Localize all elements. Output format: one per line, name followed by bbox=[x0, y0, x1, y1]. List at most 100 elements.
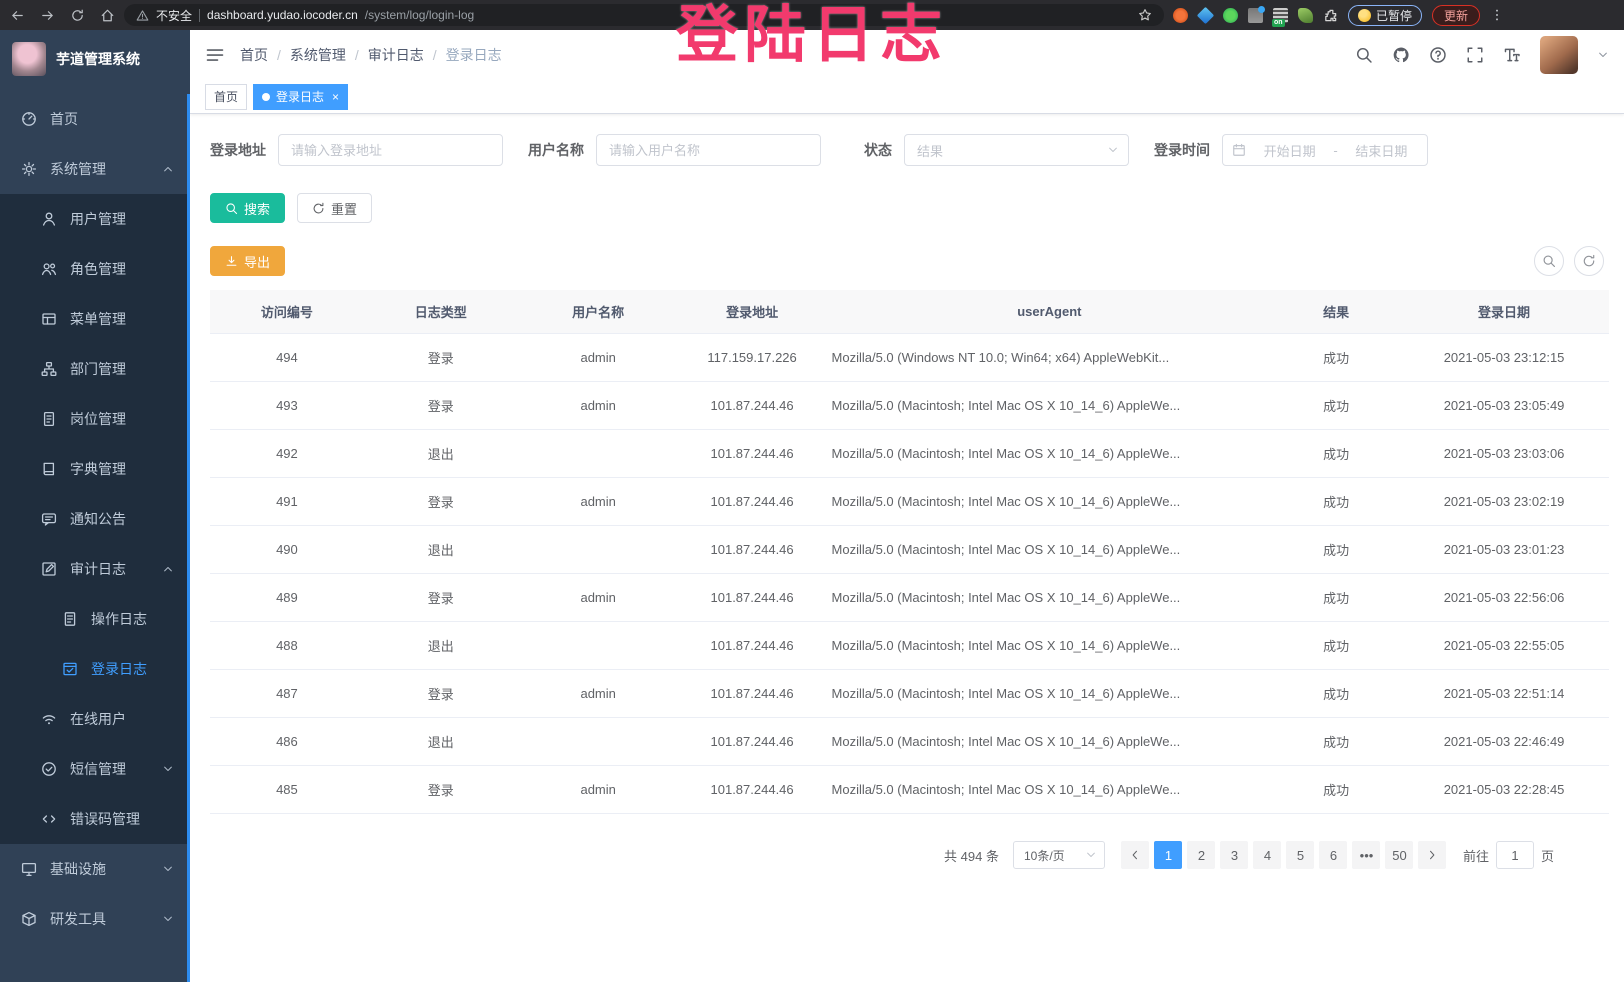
cell-time: 2021-05-03 22:56:06 bbox=[1399, 574, 1609, 622]
cell-type: 登录 bbox=[364, 670, 518, 718]
sidebar-item[interactable]: 系统管理 bbox=[0, 144, 190, 194]
paused-chip[interactable]: 已暂停 bbox=[1348, 5, 1422, 26]
extension-icon[interactable] bbox=[1197, 6, 1214, 23]
address-bar[interactable]: 不安全 dashboard.yudao.iocoder.cn/system/lo… bbox=[124, 4, 1164, 26]
column-header: userAgent bbox=[826, 290, 1274, 334]
extension-icon[interactable] bbox=[1248, 8, 1263, 23]
bookmark-star-icon[interactable] bbox=[1138, 8, 1152, 22]
avatar-caret-down-icon[interactable] bbox=[1597, 49, 1609, 61]
page-size-select[interactable]: 10条/页 bbox=[1013, 841, 1105, 869]
dashboard-icon bbox=[21, 111, 37, 127]
reset-button[interactable]: 重置 bbox=[297, 193, 372, 223]
chevron-up-icon bbox=[162, 563, 174, 575]
pagination-page[interactable]: 3 bbox=[1220, 841, 1248, 869]
docs-question-icon[interactable] bbox=[1429, 46, 1447, 64]
header-search-icon[interactable] bbox=[1355, 46, 1373, 64]
sidebar-item[interactable]: 操作日志 bbox=[0, 594, 190, 644]
font-size-icon[interactable] bbox=[1503, 46, 1521, 64]
browser-menu-icon[interactable] bbox=[1490, 8, 1504, 22]
not-secure-label: 不安全 bbox=[156, 7, 192, 24]
sidebar-item[interactable]: 角色管理 bbox=[0, 244, 190, 294]
page-suffix-label: 页 bbox=[1541, 846, 1554, 865]
sidebar-item[interactable]: 登录日志 bbox=[0, 644, 190, 694]
cell-id: 492 bbox=[210, 430, 364, 478]
sidebar-item[interactable]: 用户管理 bbox=[0, 194, 190, 244]
breadcrumb-item[interactable]: 首页 bbox=[240, 45, 268, 65]
browser-reload-icon[interactable] bbox=[70, 8, 85, 23]
login-time-range-picker[interactable]: 开始日期 - 结束日期 bbox=[1222, 134, 1428, 166]
sidebar-item[interactable]: 基础设施 bbox=[0, 844, 190, 894]
column-header: 访问编号 bbox=[210, 290, 364, 334]
sidebar-logo-row[interactable]: 芋道管理系统 bbox=[0, 30, 190, 88]
sidebar-item[interactable]: 研发工具 bbox=[0, 894, 190, 944]
tree-icon bbox=[41, 361, 57, 377]
table-row: 486退出101.87.244.46Mozilla/5.0 (Macintosh… bbox=[210, 718, 1609, 766]
cell-user_agent: Mozilla/5.0 (Macintosh; Intel Mac OS X 1… bbox=[826, 478, 1274, 526]
browser-back-icon[interactable] bbox=[10, 8, 25, 23]
sidebar-item-label: 系统管理 bbox=[50, 159, 106, 179]
pagination-next[interactable] bbox=[1418, 841, 1446, 869]
extension-icon[interactable] bbox=[1173, 8, 1188, 23]
sidebar-item[interactable]: 岗位管理 bbox=[0, 394, 190, 444]
breadcrumb-item[interactable]: 系统管理 bbox=[290, 45, 346, 65]
cell-username bbox=[518, 718, 679, 766]
pagination-page[interactable]: 50 bbox=[1385, 841, 1413, 869]
sidebar-item[interactable]: 短信管理 bbox=[0, 744, 190, 794]
log-table-body: 494登录admin117.159.17.226Mozilla/5.0 (Win… bbox=[210, 334, 1609, 814]
cell-username: admin bbox=[518, 334, 679, 382]
sidebar-item[interactable]: 首页 bbox=[0, 94, 190, 144]
status-select[interactable]: 结果 bbox=[904, 134, 1129, 166]
browser-update-button[interactable]: 更新 bbox=[1432, 5, 1480, 26]
cell-id: 487 bbox=[210, 670, 364, 718]
pagination-page[interactable]: 1 bbox=[1154, 841, 1182, 869]
main-content: 登录地址 用户名称 状态 结果 登录时间 开始日期 - 结束日期 bbox=[190, 114, 1624, 982]
hamburger-icon[interactable] bbox=[205, 45, 225, 65]
cell-type: 登录 bbox=[364, 574, 518, 622]
extension-icon[interactable] bbox=[1298, 8, 1313, 23]
user-avatar[interactable] bbox=[1540, 36, 1578, 74]
extension-icon[interactable]: on bbox=[1273, 8, 1288, 23]
browser-home-icon[interactable] bbox=[100, 8, 115, 23]
search-button[interactable]: 搜索 bbox=[210, 193, 285, 223]
column-header: 用户名称 bbox=[518, 290, 679, 334]
browser-forward-icon[interactable] bbox=[40, 8, 55, 23]
goto-page-input[interactable] bbox=[1496, 841, 1534, 869]
pagination-prev[interactable] bbox=[1121, 841, 1149, 869]
sidebar-item[interactable]: 字典管理 bbox=[0, 444, 190, 494]
sidebar-item[interactable]: 错误码管理 bbox=[0, 794, 190, 844]
export-button[interactable]: 导出 bbox=[210, 246, 285, 276]
pagination-page[interactable]: 4 bbox=[1253, 841, 1281, 869]
login-address-input[interactable] bbox=[278, 134, 503, 166]
extension-icon[interactable] bbox=[1223, 8, 1238, 23]
sidebar-item[interactable]: 通知公告 bbox=[0, 494, 190, 544]
breadcrumb-item[interactable]: 审计日志 bbox=[368, 45, 424, 65]
sidebar-item-label: 通知公告 bbox=[70, 509, 126, 529]
cell-ip: 101.87.244.46 bbox=[679, 430, 826, 478]
cell-time: 2021-05-03 22:28:45 bbox=[1399, 766, 1609, 814]
pagination-page[interactable]: 6 bbox=[1319, 841, 1347, 869]
cell-type: 退出 bbox=[364, 718, 518, 766]
sidebar-scrollbar[interactable] bbox=[187, 94, 190, 982]
cell-user_agent: Mozilla/5.0 (Macintosh; Intel Mac OS X 1… bbox=[826, 574, 1274, 622]
sidebar-item[interactable]: 审计日志 bbox=[0, 544, 190, 594]
cell-ip: 101.87.244.46 bbox=[679, 718, 826, 766]
pagination-page[interactable]: 5 bbox=[1286, 841, 1314, 869]
toggle-search-button[interactable] bbox=[1534, 246, 1564, 276]
sidebar-item[interactable]: 菜单管理 bbox=[0, 294, 190, 344]
cell-result: 成功 bbox=[1273, 670, 1399, 718]
cell-id: 490 bbox=[210, 526, 364, 574]
pagination-page[interactable]: 2 bbox=[1187, 841, 1215, 869]
pagination-more[interactable]: ••• bbox=[1352, 841, 1380, 869]
tag-home[interactable]: 首页 bbox=[205, 84, 247, 110]
download-icon bbox=[225, 255, 238, 268]
sidebar-item-label: 菜单管理 bbox=[70, 309, 126, 329]
fullscreen-icon[interactable] bbox=[1466, 46, 1484, 64]
extensions-puzzle-icon[interactable] bbox=[1323, 8, 1338, 23]
tag-close-icon[interactable]: × bbox=[330, 91, 339, 103]
github-icon[interactable] bbox=[1392, 46, 1410, 64]
tag-login-log[interactable]: 登录日志 × bbox=[253, 84, 348, 110]
sidebar-item[interactable]: 在线用户 bbox=[0, 694, 190, 744]
refresh-table-button[interactable] bbox=[1574, 246, 1604, 276]
username-input[interactable] bbox=[596, 134, 821, 166]
sidebar-item[interactable]: 部门管理 bbox=[0, 344, 190, 394]
